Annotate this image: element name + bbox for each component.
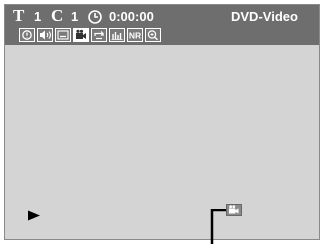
playback-time: 0:00:00 [109,9,154,24]
callout-leader-line [205,208,227,244]
camera-angle-icon[interactable] [73,28,89,42]
disc-type: DVD-Video [231,9,298,24]
nr-label: NR [129,31,141,41]
subtitle-icon[interactable] [55,28,71,42]
chapter-indicator: C [51,6,64,25]
camera-angle-indicator-icon [226,203,242,216]
noise-reduction-icon[interactable]: NR [127,28,143,42]
title-number: 1 [34,9,42,24]
dvd-screen: T 1 C 1 0:00:00 DVD-Video NR [4,4,320,240]
chapter-number: 1 [71,9,79,24]
status-line: T 1 C 1 0:00:00 DVD-Video [5,6,319,26]
audio-icon[interactable] [37,28,53,42]
repeat-icon[interactable] [91,28,107,42]
play-status-icon [27,208,41,226]
search-icon[interactable] [19,28,35,42]
status-bar: T 1 C 1 0:00:00 DVD-Video NR [5,5,319,45]
equalizer-icon[interactable] [109,28,125,42]
zoom-icon[interactable] [145,28,161,42]
title-indicator: T [13,6,25,25]
